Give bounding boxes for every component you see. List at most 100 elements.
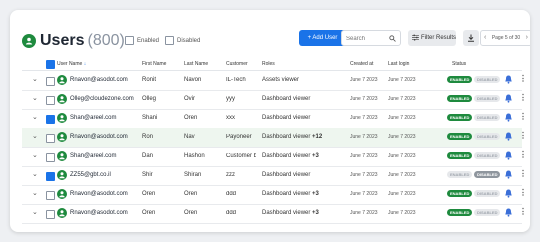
row-checkbox[interactable] bbox=[46, 115, 55, 124]
table-row[interactable]: ⌄ ZZ55@gbt.co.il Shir Shiran zzz Dashboard vi… bbox=[22, 166, 527, 186]
first-name: Oren bbox=[142, 210, 156, 216]
add-user-button[interactable]: + Add User bbox=[299, 30, 346, 46]
checkbox[interactable] bbox=[165, 36, 174, 45]
more-options-icon[interactable]: ⋮ bbox=[519, 169, 527, 178]
users-card: Users(800) Enabled Disabled + Add User F… bbox=[10, 10, 530, 232]
row-checkbox[interactable] bbox=[46, 210, 55, 219]
role-extra-count[interactable]: +3 bbox=[312, 153, 319, 159]
enabled-pill[interactable]: ENABLED bbox=[447, 209, 473, 216]
expand-chevron-icon[interactable]: ⌄ bbox=[32, 113, 38, 121]
user-email[interactable]: Rnavon@asodot.com bbox=[70, 134, 128, 140]
expand-chevron-icon[interactable]: ⌄ bbox=[32, 189, 38, 197]
user-email[interactable]: Rnavon@asodot.com bbox=[70, 210, 128, 216]
row-checkbox[interactable] bbox=[46, 96, 55, 105]
table-row[interactable]: ⌄ Rnavon@asodot.com Oren Oren ddd Dashboard v… bbox=[22, 204, 527, 224]
table-row[interactable]: ⌄ Rnavon@asodot.com Oren Oren ddd Dashboard v… bbox=[22, 185, 527, 205]
status-toggle[interactable]: ENABLED DISABLED bbox=[447, 133, 501, 140]
user-email[interactable]: Shan@areel.com bbox=[70, 153, 116, 159]
col-user-name[interactable]: User Name ↓ bbox=[57, 61, 86, 67]
more-options-icon[interactable]: ⋮ bbox=[519, 74, 527, 83]
enabled-pill[interactable]: ENABLED bbox=[447, 133, 473, 140]
enabled-pill[interactable]: ENABLED bbox=[447, 76, 473, 83]
expand-chevron-icon[interactable]: ⌄ bbox=[32, 170, 38, 178]
status-toggle[interactable]: ENABLED DISABLED bbox=[447, 209, 501, 216]
expand-chevron-icon[interactable]: ⌄ bbox=[32, 132, 38, 140]
bell-icon[interactable] bbox=[505, 132, 512, 143]
table-row[interactable]: ⌄ Shan@areel.com Shani Oren xxx Dashboard vie… bbox=[22, 109, 527, 129]
status-toggle[interactable]: ENABLED DISABLED bbox=[447, 76, 501, 83]
table-row[interactable]: ⌄ Rnavon@asodot.com Ron Nav Payoneer Dashboar… bbox=[22, 128, 527, 148]
table-row[interactable]: ⌄ Olleg@cloudezone.com Olleg Ovir yyy Dashboa… bbox=[22, 90, 527, 110]
more-options-icon[interactable]: ⋮ bbox=[519, 93, 527, 102]
last-name: Oren bbox=[184, 191, 198, 197]
more-options-icon[interactable]: ⋮ bbox=[519, 150, 527, 159]
download-button[interactable] bbox=[463, 30, 479, 46]
status-toggle[interactable]: ENABLED DISABLED bbox=[447, 114, 501, 121]
row-checkbox[interactable] bbox=[46, 153, 55, 162]
more-options-icon[interactable]: ⋮ bbox=[519, 207, 527, 216]
next-page-icon[interactable]: › bbox=[526, 31, 528, 45]
customer: Payoneer bbox=[226, 134, 252, 140]
col-first-name[interactable]: First Name bbox=[142, 61, 166, 67]
filter-enabled-checkbox[interactable]: Enabled bbox=[125, 36, 159, 45]
col-last-name[interactable]: Last Name bbox=[184, 61, 208, 67]
user-email[interactable]: ZZ55@gbt.co.il bbox=[70, 172, 111, 178]
disabled-pill[interactable]: DISABLED bbox=[474, 133, 501, 140]
filter-disabled-checkbox[interactable]: Disabled bbox=[165, 36, 200, 45]
bell-icon[interactable] bbox=[505, 170, 512, 181]
row-checkbox[interactable] bbox=[46, 77, 55, 86]
search-box[interactable] bbox=[341, 30, 401, 46]
status-toggle[interactable]: ENABLED DISABLED bbox=[447, 95, 501, 102]
col-status[interactable]: Status bbox=[452, 61, 466, 67]
disabled-pill[interactable]: DISABLED bbox=[474, 76, 501, 83]
disabled-pill[interactable]: DISABLED bbox=[474, 209, 501, 216]
expand-chevron-icon[interactable]: ⌄ bbox=[32, 151, 38, 159]
role-extra-count[interactable]: +12 bbox=[312, 134, 322, 140]
user-email[interactable]: Rnavon@asodot.com bbox=[70, 191, 128, 197]
disabled-pill[interactable]: DISABLED bbox=[474, 152, 501, 159]
row-checkbox[interactable] bbox=[46, 134, 55, 143]
expand-chevron-icon[interactable]: ⌄ bbox=[32, 75, 38, 83]
more-options-icon[interactable]: ⋮ bbox=[519, 188, 527, 197]
enabled-pill[interactable]: ENABLED bbox=[447, 114, 473, 121]
search-input[interactable] bbox=[346, 36, 386, 42]
more-options-icon[interactable]: ⋮ bbox=[519, 131, 527, 140]
prev-page-icon[interactable]: ‹ bbox=[484, 31, 486, 45]
row-checkbox[interactable] bbox=[46, 191, 55, 200]
select-all-checkbox[interactable] bbox=[46, 60, 55, 69]
expand-chevron-icon[interactable]: ⌄ bbox=[32, 208, 38, 216]
more-options-icon[interactable]: ⋮ bbox=[519, 112, 527, 121]
expand-chevron-icon[interactable]: ⌄ bbox=[32, 94, 38, 102]
col-created-at[interactable]: Created at bbox=[350, 61, 373, 67]
bell-icon[interactable] bbox=[505, 151, 512, 162]
status-toggle[interactable]: ENABLED DISABLED bbox=[447, 190, 501, 197]
col-last-login[interactable]: Last login bbox=[388, 61, 409, 67]
user-email[interactable]: Rnavon@asodot.com bbox=[70, 77, 128, 83]
table-row[interactable]: ⌄ Shan@areel.com Dan Hashon Customer b Dashbo… bbox=[22, 147, 527, 167]
disabled-pill[interactable]: DISABLED bbox=[474, 114, 501, 121]
bell-icon[interactable] bbox=[505, 75, 512, 86]
enabled-pill[interactable]: ENABLED bbox=[447, 152, 473, 159]
enabled-pill[interactable]: ENABLED bbox=[447, 95, 473, 102]
filter-results-button[interactable]: Filter Results bbox=[408, 30, 456, 46]
col-customer[interactable]: Customer bbox=[226, 61, 248, 67]
enabled-pill[interactable]: ENABLED bbox=[447, 190, 473, 197]
bell-icon[interactable] bbox=[505, 94, 512, 105]
enabled-pill[interactable]: ENABLED bbox=[447, 171, 473, 178]
bell-icon[interactable] bbox=[505, 113, 512, 124]
table-row[interactable]: ⌄ Rnavon@asodot.com Ronit Navon IL-Tech Asset… bbox=[22, 71, 527, 91]
status-toggle[interactable]: ENABLED DISABLED bbox=[447, 171, 501, 178]
user-email[interactable]: Olleg@cloudezone.com bbox=[70, 96, 134, 102]
status-toggle[interactable]: ENABLED DISABLED bbox=[447, 152, 501, 159]
row-checkbox[interactable] bbox=[46, 172, 55, 181]
bell-icon[interactable] bbox=[505, 189, 512, 200]
checkbox[interactable] bbox=[125, 36, 134, 45]
bell-icon[interactable] bbox=[505, 208, 512, 219]
role-extra-count[interactable]: +3 bbox=[312, 191, 319, 197]
role-extra-count[interactable]: +3 bbox=[312, 210, 319, 216]
disabled-pill[interactable]: DISABLED bbox=[474, 190, 501, 197]
user-email[interactable]: Shan@areel.com bbox=[70, 115, 116, 121]
disabled-pill[interactable]: DISABLED bbox=[474, 95, 501, 102]
disabled-pill[interactable]: DISABLED bbox=[474, 171, 501, 178]
col-roles[interactable]: Roles bbox=[262, 61, 275, 67]
